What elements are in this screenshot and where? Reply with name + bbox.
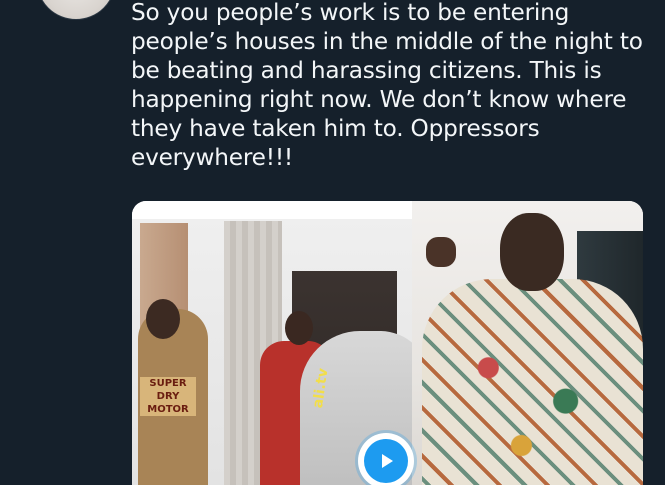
tweet-text: So you people’s work is to be entering p… (131, 0, 643, 171)
man-sweater (422, 279, 643, 485)
play-icon (364, 439, 408, 483)
tweet: So you people’s work is to be entering p… (0, 0, 665, 485)
raised-fist (426, 237, 456, 267)
person-red-shirt-head (285, 311, 313, 345)
play-triangle-icon (382, 454, 393, 468)
avatar[interactable] (36, 0, 116, 20)
person-left-head (146, 299, 180, 339)
play-button[interactable] (358, 433, 414, 485)
tweet-media[interactable]: SUPER DRY MOTOR ali.tv (132, 201, 643, 485)
shirt-logo-text: SUPER DRY MOTOR (140, 377, 196, 416)
man-head (500, 213, 564, 291)
